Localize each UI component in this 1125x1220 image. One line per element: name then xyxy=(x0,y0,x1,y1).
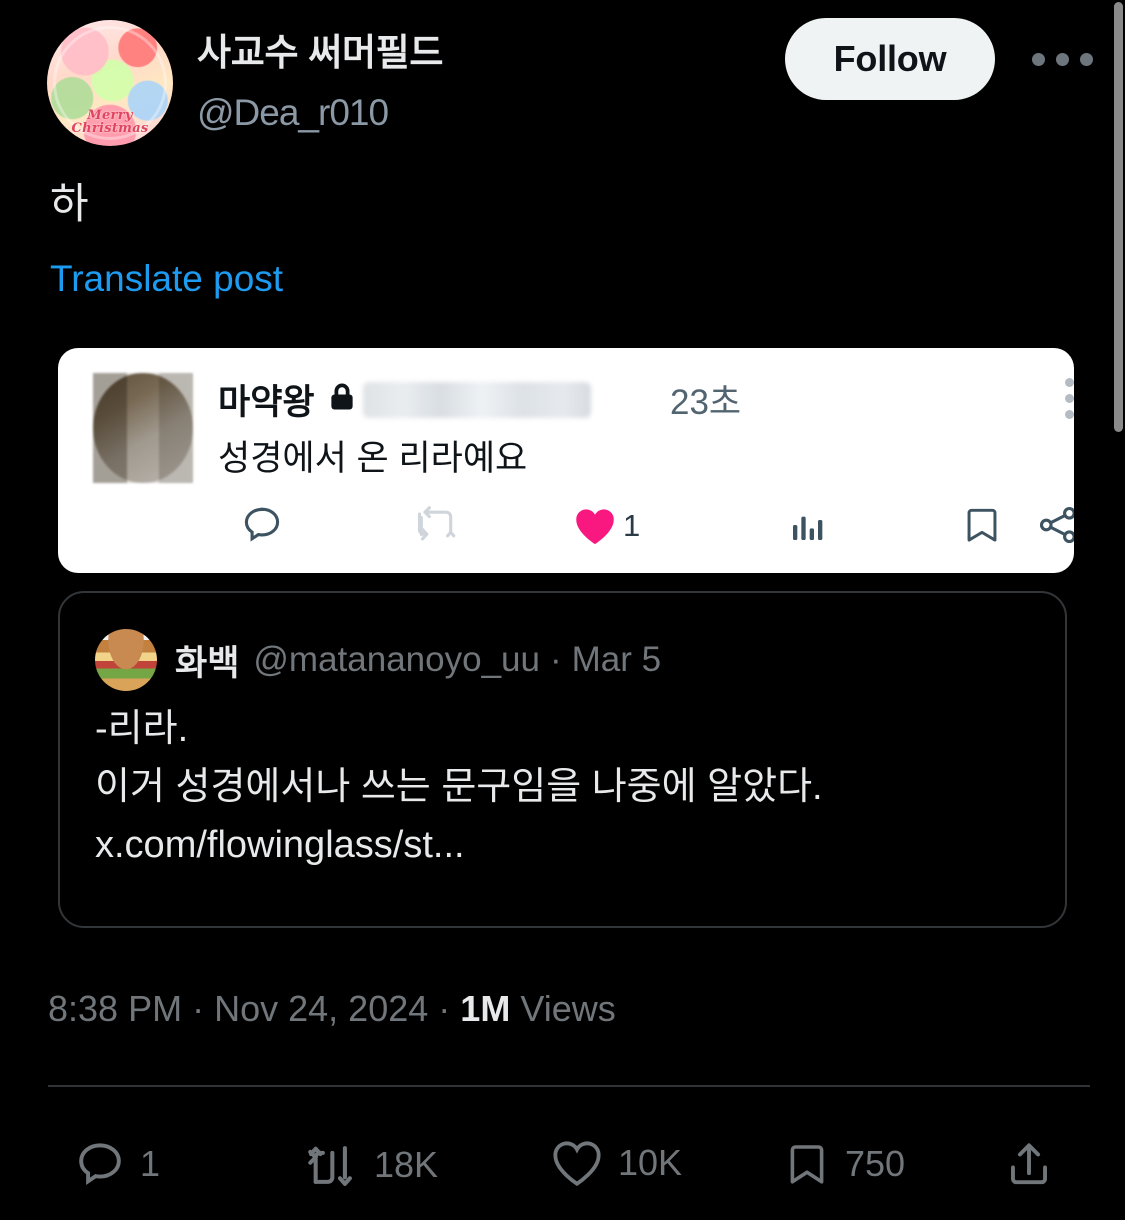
like-count: 10K xyxy=(618,1142,683,1183)
quoted-line-3: x.com/flowinglass/st... xyxy=(95,823,465,866)
like-button[interactable]: 10K xyxy=(550,1138,682,1188)
scrollbar-track[interactable] xyxy=(1102,0,1125,1220)
embedded-bookmark-button[interactable] xyxy=(961,503,1008,547)
more-horizontal-icon[interactable] xyxy=(1032,44,1118,74)
quoted-post-card[interactable]: 화백 @matananoyo_uu · Mar 5 -리라. 이거 성경에서나 … xyxy=(58,591,1067,928)
embedded-action-bar: 1 xyxy=(58,503,1074,563)
embedded-header: 마약왕 xyxy=(218,374,591,425)
share-upload-icon xyxy=(1011,1143,1047,1185)
embedded-like-count: 1 xyxy=(623,508,641,543)
divider xyxy=(48,1085,1090,1087)
embedded-retweet-button[interactable] xyxy=(414,503,463,547)
reply-icon xyxy=(79,1143,121,1186)
heart-filled-icon xyxy=(576,509,614,545)
post-date: Nov 24, 2024 xyxy=(214,988,429,1029)
hamburger-avatar[interactable] xyxy=(95,629,157,691)
more-vertical-icon[interactable] xyxy=(1065,378,1074,419)
bookmark-count: 750 xyxy=(845,1143,906,1184)
quoted-display-name: 화백 xyxy=(175,643,240,683)
analytics-icon xyxy=(793,516,823,540)
views-label: Views xyxy=(520,988,616,1029)
bookmark-icon xyxy=(790,1145,824,1184)
bookmark-icon xyxy=(967,508,997,542)
display-name: 사교수 써머필드 xyxy=(197,32,444,73)
account-handle: @Dea_r010 xyxy=(197,92,389,133)
quoted-post-text: -리라. 이거 성경에서나 쓰는 문구임을 나중에 알았다. x.com/flo… xyxy=(95,701,823,874)
quoted-line-1: -리라. xyxy=(95,708,189,750)
meta-separator-1: · xyxy=(192,988,205,1029)
post-header: Merry Christmas 사교수 써머필드 @Dea_r010 Follo… xyxy=(47,10,1093,146)
translate-post-link[interactable]: Translate post xyxy=(50,258,283,300)
lock-icon xyxy=(327,381,357,418)
bookmark-button[interactable]: 750 xyxy=(783,1138,905,1190)
reply-count: 1 xyxy=(140,1143,161,1184)
views-count: 1M xyxy=(460,988,511,1029)
embedded-share-button[interactable] xyxy=(1036,503,1074,547)
post-time: 8:38 PM xyxy=(48,988,183,1029)
action-bar: 1 18K 10K 750 xyxy=(48,1120,1090,1215)
retweet-icon xyxy=(417,506,456,541)
meta-separator-2: · xyxy=(438,988,451,1029)
embedded-screenshot-image[interactable]: 마약왕 23초 성경에서 온 리라예요 1 xyxy=(58,348,1074,573)
quoted-line-2: 이거 성경에서나 쓰는 문구임을 나중에 알았다. xyxy=(95,765,823,808)
share-button[interactable] xyxy=(1003,1138,1069,1190)
heart-icon xyxy=(553,1141,601,1186)
post-text: 하 xyxy=(50,180,89,227)
embedded-post-text: 성경에서 온 리라예요 xyxy=(218,439,528,478)
avatar[interactable]: Merry Christmas xyxy=(47,20,173,146)
embedded-analytics-button[interactable] xyxy=(788,505,833,545)
share-icon xyxy=(1039,506,1074,544)
redacted-handle xyxy=(362,381,591,418)
embedded-like-button[interactable]: 1 xyxy=(572,505,640,547)
reply-icon xyxy=(244,507,280,542)
embedded-display-name: 마약왕 xyxy=(218,383,315,422)
account-name-block: 사교수 써머필드 @Dea_r010 xyxy=(197,22,443,134)
embedded-timestamp: 23초 xyxy=(670,383,742,422)
embedded-reply-button[interactable] xyxy=(240,503,289,547)
reply-button[interactable]: 1 xyxy=(74,1138,160,1190)
post-meta: 8:38 PM · Nov 24, 2024 · 1M Views xyxy=(48,988,616,1030)
retweet-icon xyxy=(308,1146,352,1186)
quoted-separator: · xyxy=(549,640,562,679)
follow-button[interactable]: Follow xyxy=(785,18,995,100)
quoted-date: Mar 5 xyxy=(571,640,662,679)
quoted-handle: @matananoyo_uu xyxy=(253,640,540,679)
quoted-post-header: 화백 @matananoyo_uu · Mar 5 xyxy=(95,629,661,691)
embedded-avatar xyxy=(93,373,193,483)
retweet-button[interactable]: 18K xyxy=(306,1138,438,1192)
avatar-caption: Merry Christmas xyxy=(71,107,149,137)
retweet-count: 18K xyxy=(374,1144,439,1185)
